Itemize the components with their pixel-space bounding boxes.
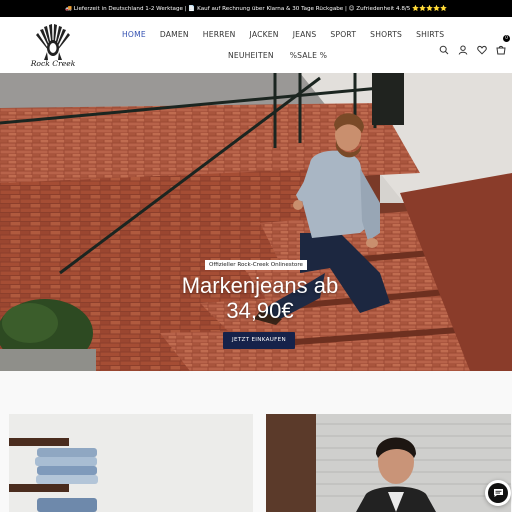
nav-item-damen[interactable]: DAMEN (160, 30, 189, 39)
hero-badge: Offizieller Rock-Creek Onlinestore (205, 260, 307, 270)
hero-image (0, 73, 512, 371)
cart-count-badge: 0 (503, 35, 510, 42)
nav-item-jeans[interactable]: JEANS (293, 30, 317, 39)
logo-text: Rock Creek (30, 59, 76, 68)
main-nav-row2: NEUHEITEN %SALE % (228, 49, 327, 61)
nav-item-sport[interactable]: SPORT (330, 30, 356, 39)
cart-icon[interactable]: 0 (496, 35, 510, 55)
announcement-bar: 🚚 Lieferzeit in Deutschland 1-2 Werktage… (0, 0, 512, 17)
category-image-jeans (9, 414, 253, 512)
hero-banner: Offizieller Rock-Creek Onlinestore Marke… (0, 73, 512, 371)
nav-item-herren[interactable]: HERREN (203, 30, 236, 39)
hero-title-line2: 34,90€ (226, 298, 294, 323)
nav-item-sale[interactable]: %SALE % (290, 51, 327, 60)
category-image-herren (266, 414, 511, 512)
category-card-jeans[interactable] (9, 414, 253, 512)
announcement-text: 🚚 Lieferzeit in Deutschland 1-2 Werktage… (65, 5, 447, 12)
heart-icon[interactable] (477, 40, 487, 55)
search-icon[interactable] (439, 40, 449, 55)
chat-button[interactable] (485, 480, 511, 506)
nav-item-shorts[interactable]: SHORTS (370, 30, 402, 39)
nav-item-jacken[interactable]: JACKEN (250, 30, 279, 39)
nav-item-neuheiten[interactable]: NEUHEITEN (228, 51, 274, 60)
category-card-herren[interactable] (266, 414, 511, 512)
shop-now-button[interactable]: JETZT EINKAUFEN (223, 332, 295, 349)
nav-item-shirts[interactable]: SHIRTS (416, 30, 444, 39)
header-icons: 0 (439, 35, 510, 55)
main-nav: HOME DAMEN HERREN JACKEN JEANS SPORT SHO… (108, 28, 444, 40)
chat-icon (493, 489, 503, 497)
hero-title-line1: Markenjeans ab (181, 273, 339, 298)
site-header: Rock Creek HOME DAMEN HERREN JACKEN JEAN… (0, 17, 512, 73)
logo-headdress-icon (36, 24, 70, 60)
nav-item-home[interactable]: HOME (122, 30, 146, 39)
user-icon[interactable] (458, 40, 468, 55)
logo[interactable]: Rock Creek (22, 22, 84, 68)
hero-title: Markenjeans ab 34,90€ (140, 273, 380, 323)
category-section (0, 371, 512, 512)
